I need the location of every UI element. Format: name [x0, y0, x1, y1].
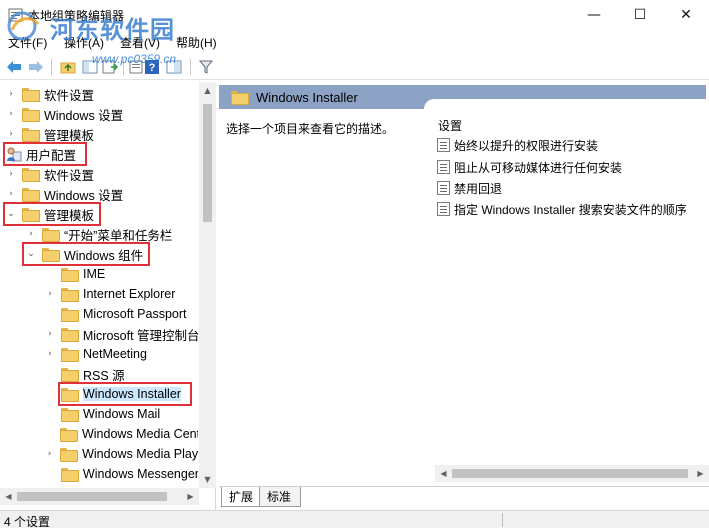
expand-chevron-icon[interactable]: › — [45, 344, 55, 364]
content-header-title: Windows Installer — [256, 90, 358, 105]
folder-icon — [61, 288, 79, 302]
expand-chevron-icon[interactable]: › — [45, 284, 55, 304]
tree-item-user-windows-settings[interactable]: › Windows 设置 — [0, 184, 198, 204]
folder-icon — [22, 108, 40, 122]
description-text: 选择一个项目来查看它的描述。 — [226, 122, 395, 136]
tree-item-microsoft-passport[interactable]: Microsoft Passport — [0, 304, 198, 324]
expand-chevron-icon[interactable] — [45, 424, 54, 444]
tree-item-ime[interactable]: IME — [0, 264, 198, 284]
highlight-box-admin-templates — [3, 202, 101, 226]
expand-chevron-icon[interactable] — [45, 304, 55, 324]
folder-icon — [42, 228, 60, 242]
scroll-up-arrow-icon[interactable]: ▲ — [199, 82, 216, 99]
scroll-right-arrow-icon[interactable]: ▶ — [182, 488, 199, 505]
settings-column-header[interactable]: 设置 — [438, 117, 462, 134]
folder-icon — [59, 428, 78, 442]
menu-help[interactable]: 帮助(H) — [176, 34, 217, 51]
scroll-left-arrow-icon[interactable]: ◀ — [435, 465, 452, 482]
tree-item-rss-feeds[interactable]: RSS 源 — [0, 364, 198, 384]
up-folder-icon[interactable] — [58, 57, 78, 77]
folder-icon — [60, 448, 79, 462]
tree-item-start-menu-taskbar[interactable]: › “开始”菜单和任务栏 — [0, 224, 198, 244]
tree-vertical-scrollbar[interactable]: ▲ ▼ — [199, 82, 216, 488]
expand-chevron-icon[interactable] — [45, 384, 55, 404]
tree-item-windows-mail[interactable]: Windows Mail — [0, 404, 198, 424]
highlight-box-windows-components — [22, 242, 150, 266]
forward-icon[interactable] — [26, 57, 46, 77]
expand-chevron-icon[interactable] — [45, 364, 55, 384]
tree-item-windows-media-player[interactable]: › Windows Media Player — [0, 444, 198, 464]
expand-chevron-icon[interactable] — [45, 264, 55, 284]
tree-item-user-software-settings[interactable]: › 软件设置 — [0, 164, 198, 184]
folder-icon — [60, 328, 79, 342]
expand-chevron-icon[interactable]: › — [45, 444, 54, 464]
folder-icon — [22, 168, 40, 182]
folder-icon — [61, 268, 79, 282]
expand-chevron-icon[interactable]: › — [6, 164, 16, 184]
minimize-button[interactable]: — — [571, 0, 617, 30]
tree-item-windows-messenger[interactable]: Windows Messenger — [0, 464, 198, 484]
folder-icon — [22, 188, 40, 202]
scroll-left-arrow-icon[interactable]: ◀ — [0, 488, 17, 505]
policy-setting-icon — [437, 160, 450, 174]
settings-horizontal-scrollbar[interactable]: ◀ ▶ — [435, 465, 709, 482]
highlight-box-windows-installer — [58, 382, 192, 406]
expand-chevron-icon[interactable] — [45, 464, 55, 484]
expand-chevron-icon[interactable]: › — [6, 104, 16, 124]
close-button[interactable]: ✕ — [663, 0, 709, 30]
maximize-button[interactable]: ☐ — [617, 0, 663, 30]
folder-icon — [61, 368, 79, 382]
setting-item[interactable]: 始终以提升的权限进行安装 — [437, 135, 598, 155]
scrollbar-thumb[interactable] — [203, 104, 212, 222]
folder-icon — [61, 408, 79, 422]
tree-item-windows-media-center[interactable]: Windows Media Center — [0, 424, 198, 444]
tree-item-internet-explorer[interactable]: › Internet Explorer — [0, 284, 198, 304]
scroll-down-arrow-icon[interactable]: ▼ — [199, 471, 216, 488]
folder-icon — [60, 468, 79, 482]
tree-item-netmeeting[interactable]: › NetMeeting — [0, 344, 198, 364]
expand-chevron-icon[interactable]: › — [6, 124, 16, 144]
navigation-tree: › 软件设置 › Windows 设置 › 管理模板 用户配置 › 软件设置 ›… — [0, 82, 216, 510]
scrollbar-thumb[interactable] — [17, 492, 167, 501]
status-settings-count: 4 个设置 — [4, 515, 51, 528]
tree-horizontal-scrollbar[interactable]: ◀ ▶ — [0, 488, 199, 505]
view-tabs: 扩展 标准 — [219, 486, 709, 508]
content-header: Windows Installer — [219, 85, 706, 112]
tab-extended[interactable]: 扩展 — [221, 487, 264, 507]
setting-item[interactable]: 阻止从可移动媒体进行任何安装 — [437, 157, 622, 177]
policy-setting-icon — [437, 202, 450, 216]
tree-item-mmc[interactable]: › Microsoft 管理控制台 — [0, 324, 198, 344]
tab-standard[interactable]: 标准 — [259, 487, 302, 507]
expand-chevron-icon[interactable]: › — [26, 224, 36, 244]
folder-icon — [22, 88, 40, 102]
folder-icon — [61, 348, 79, 362]
setting-item[interactable]: 禁用回退 — [437, 178, 502, 198]
tree-item-computer-windows-settings[interactable]: › Windows 设置 — [0, 104, 198, 124]
expand-chevron-icon[interactable]: › — [6, 84, 16, 104]
tree-item-computer-admin-templates[interactable]: › 管理模板 — [0, 124, 198, 144]
highlight-box-user-configuration — [3, 142, 87, 166]
setting-item[interactable]: 指定 Windows Installer 搜索安装文件的顺序 — [437, 199, 687, 219]
folder-icon — [61, 308, 79, 322]
tree-item-computer-software-settings[interactable]: › 软件设置 — [0, 84, 198, 104]
policy-setting-icon — [437, 138, 450, 152]
scrollbar-thumb[interactable] — [452, 469, 688, 478]
watermark-logo — [7, 11, 40, 41]
settings-pane: Windows Installer 选择一个项目来查看它的描述。 设置 始终以提… — [219, 82, 709, 485]
watermark-title: 河东软件园 — [50, 15, 175, 44]
folder-icon — [22, 128, 40, 142]
back-icon[interactable] — [4, 57, 24, 77]
expand-chevron-icon[interactable]: › — [6, 184, 16, 204]
folder-icon — [231, 91, 249, 105]
expand-chevron-icon[interactable]: › — [45, 324, 55, 344]
watermark-url: www.pc0359.cn — [92, 52, 177, 66]
policy-setting-icon — [437, 181, 450, 195]
scroll-right-arrow-icon[interactable]: ▶ — [692, 465, 709, 482]
expand-chevron-icon[interactable] — [45, 404, 55, 424]
filter-icon[interactable] — [196, 57, 216, 77]
status-bar: 4 个设置 — [0, 510, 709, 528]
